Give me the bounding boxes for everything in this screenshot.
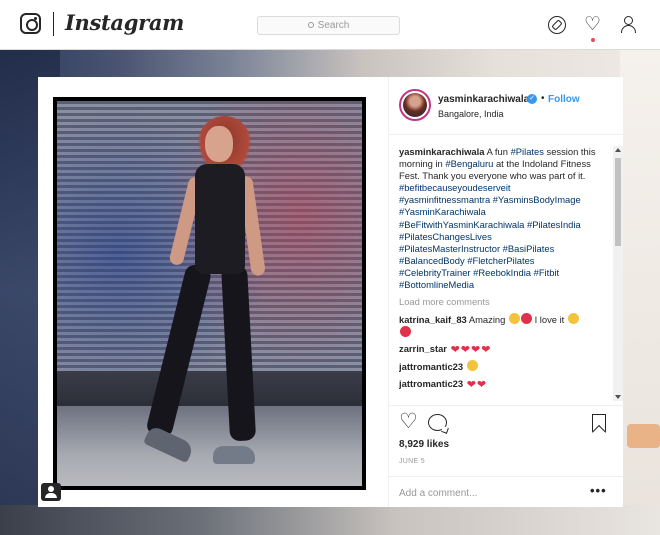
caption-username[interactable]: yasminkarachiwala xyxy=(399,146,484,157)
verified-badge-icon: ✓ xyxy=(527,94,537,104)
comment-row: katrina_kaif_83 Amazing I love it xyxy=(399,313,614,339)
photo-subject xyxy=(143,116,267,471)
compass-icon[interactable] xyxy=(548,16,566,34)
hashtag-line[interactable]: #YasminKarachiwala xyxy=(399,206,614,218)
comments-scrollbar[interactable] xyxy=(613,146,623,401)
heart-emoji-icon: ❤ xyxy=(450,344,460,357)
scroll-up-icon[interactable] xyxy=(615,148,621,152)
comment-username[interactable]: katrina_kaif_83 xyxy=(399,314,467,325)
nav-divider xyxy=(53,12,54,36)
smile-emoji-icon xyxy=(567,313,579,325)
tagged-user-icon[interactable] xyxy=(41,483,61,501)
top-nav: Instagram Search ♡ xyxy=(0,0,660,50)
comment-text: I love it xyxy=(534,314,565,326)
scroll-thumb[interactable] xyxy=(615,158,621,246)
comment-username[interactable]: zarrin_star xyxy=(399,343,447,354)
comment-username[interactable]: jattromantic23 xyxy=(399,361,463,372)
follow-button[interactable]: Follow xyxy=(548,94,580,105)
comment-row: jattromantic23 ❤❤ xyxy=(399,378,614,391)
user-icon[interactable] xyxy=(620,16,638,34)
comments-list[interactable]: yasminkarachiwala A fun #Pilates session… xyxy=(399,146,614,400)
comment-row: zarrin_star ❤❤❤❤ xyxy=(399,343,614,356)
hashtag-line[interactable]: #befitbecauseyoudeserveit xyxy=(399,182,614,194)
add-comment-bar: ••• xyxy=(389,476,624,508)
hashtag-line[interactable]: #BeFitwithYasminKarachiwala #PilatesIndi… xyxy=(399,219,614,231)
comment-row: jattromantic23 xyxy=(399,360,614,373)
comment-username[interactable]: jattromantic23 xyxy=(399,378,463,389)
clap-emoji-icon xyxy=(508,313,520,325)
search-icon xyxy=(307,22,314,28)
header-separator: • xyxy=(541,93,545,104)
hashtag-link[interactable]: #Bengaluru xyxy=(445,158,493,169)
post-location[interactable]: Bangalore, India xyxy=(438,109,504,119)
instagram-wordmark[interactable]: Instagram xyxy=(65,10,184,35)
comment-text: Amazing xyxy=(468,314,506,326)
bookmark-icon[interactable] xyxy=(592,414,606,432)
heart-emoji-icon: ❤ xyxy=(476,378,487,391)
like-count[interactable]: 8,929 likes xyxy=(399,439,449,450)
notification-dot xyxy=(591,38,595,42)
post-username[interactable]: yasminkarachiwala xyxy=(438,94,529,105)
hand-emoji-icon xyxy=(466,360,478,372)
heart-emoji-icon: ❤ xyxy=(466,378,476,391)
comment-icon[interactable] xyxy=(428,414,447,431)
heart-eyes-emoji-icon xyxy=(400,326,411,338)
instagram-camera-icon[interactable] xyxy=(20,13,41,34)
hashtag-line[interactable]: #PilatesMasterInstructor #BasiPilates xyxy=(399,243,614,255)
like-heart-icon[interactable]: ♡ xyxy=(399,411,418,432)
search-placeholder: Search xyxy=(317,20,350,31)
post-modal: yasminkarachiwala ✓ • Follow Bangalore, … xyxy=(38,77,624,507)
post-photo-area xyxy=(38,77,388,507)
heart-icon[interactable]: ♡ xyxy=(584,15,602,34)
hashtag-line[interactable]: #yasminfitnessmantra #YasminsBodyImage xyxy=(399,194,614,206)
heart-emoji-icon: ❤ xyxy=(481,344,491,357)
hashtag-link[interactable]: #Pilates xyxy=(511,146,544,157)
heart-eyes-emoji-icon xyxy=(520,313,532,325)
hashtag-line[interactable]: #PilatesChangesLives xyxy=(399,231,614,243)
post-actions: ♡ 8,929 likes JUNE 5 ••• xyxy=(389,405,624,507)
hashtag-line[interactable]: #BalancedBody #FletcherPilates xyxy=(399,255,614,267)
hashtag-line[interactable]: #BottomlineMedia xyxy=(399,279,614,291)
load-more-comments-button[interactable]: Load more comments xyxy=(399,296,614,308)
caption: yasminkarachiwala A fun #Pilates session… xyxy=(399,146,614,291)
scroll-down-icon[interactable] xyxy=(615,395,621,399)
hashtag-line[interactable]: #CelebrityTrainer #ReebokIndia #Fitbit xyxy=(399,267,614,279)
heart-emoji-icon: ❤ xyxy=(460,344,470,357)
post-sidebar: yasminkarachiwala ✓ • Follow Bangalore, … xyxy=(388,77,624,507)
post-date[interactable]: JUNE 5 xyxy=(399,458,425,465)
avatar[interactable] xyxy=(399,89,431,121)
post-header: yasminkarachiwala ✓ • Follow Bangalore, … xyxy=(389,77,624,135)
more-options-icon[interactable]: ••• xyxy=(590,483,607,498)
search-input[interactable]: Search xyxy=(257,16,400,35)
post-photo[interactable] xyxy=(53,97,366,490)
add-comment-input[interactable] xyxy=(399,485,569,501)
heart-emoji-icon: ❤ xyxy=(471,344,481,357)
